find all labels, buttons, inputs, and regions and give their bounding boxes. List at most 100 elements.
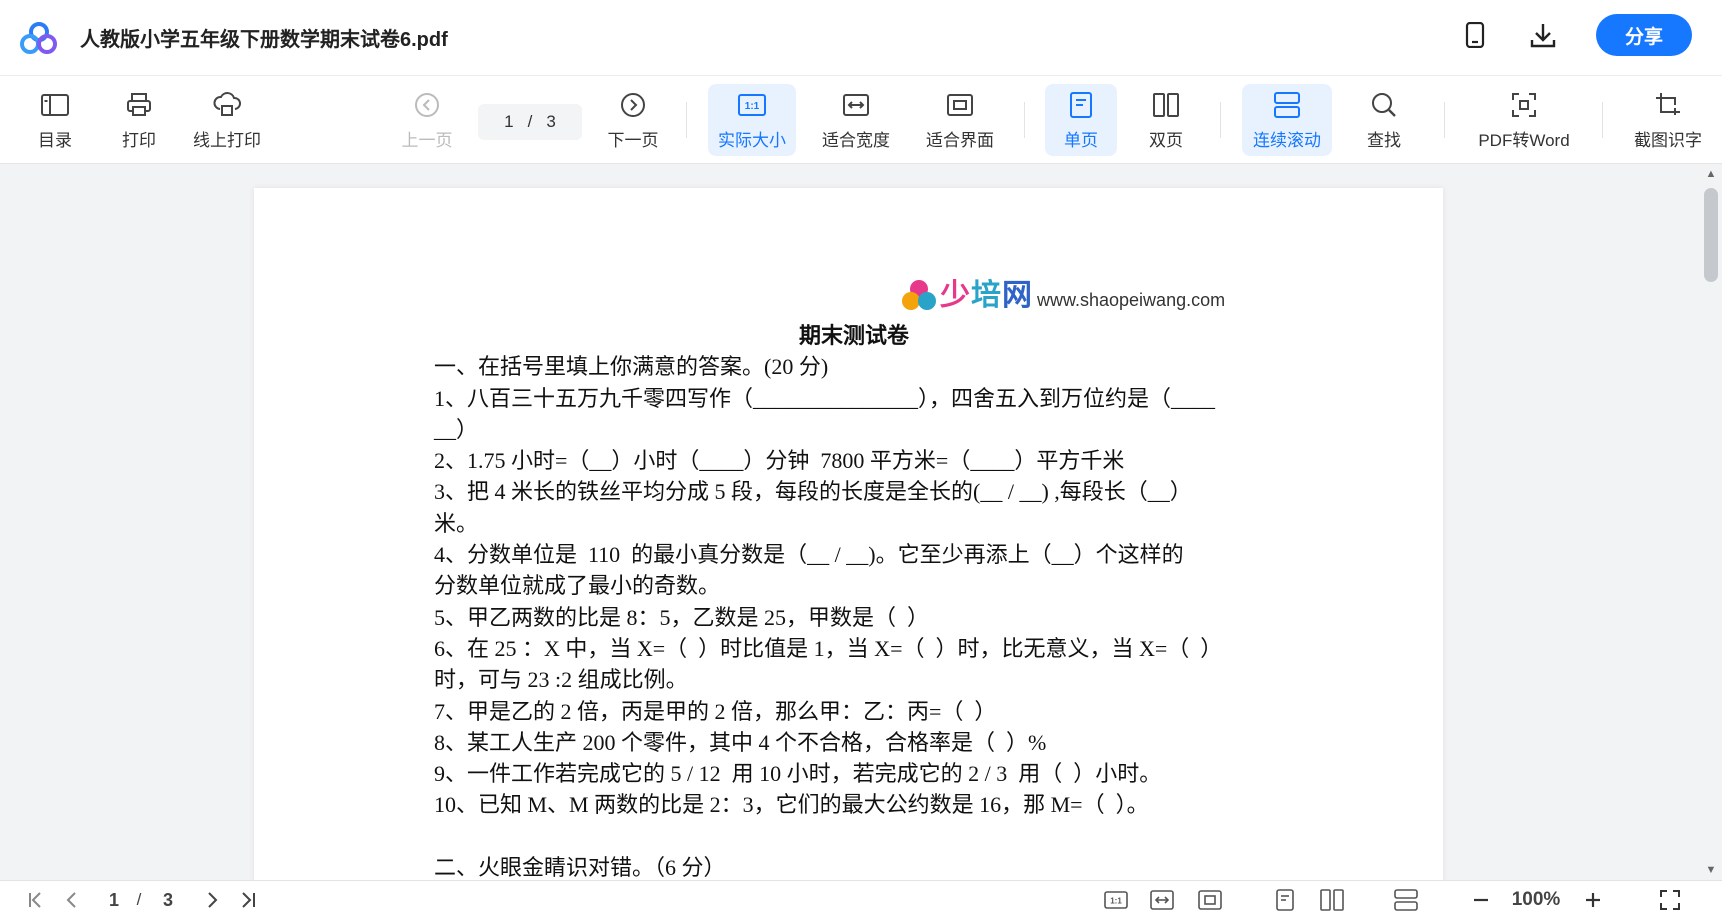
share-button[interactable]: 分享 — [1596, 14, 1692, 56]
status-double-page-icon[interactable] — [1318, 887, 1346, 913]
scroll-up-icon[interactable]: ▲ — [1705, 168, 1717, 180]
text-line: 米。 — [434, 510, 479, 536]
text-line: 10、已知 M、M 两数的比是 2：3，它们的最大公约数是 16，那 M=（ ）… — [434, 792, 1149, 818]
find-button[interactable]: 查找 — [1356, 84, 1412, 156]
toolbar-divider — [1444, 102, 1445, 138]
text-line: 3、把 4 米长的铁丝平均分成 5 段，每段的长度是全长的(__ / __) ,… — [434, 479, 1192, 505]
continuous-scroll-icon — [1272, 90, 1302, 120]
text-line: 时，可与 23 :2 组成比例。 — [434, 667, 688, 693]
online-print-label: 线上打印 — [193, 130, 261, 150]
title-bar: 人教版小学五年级下册数学期末试卷6.pdf 分享 — [0, 0, 1722, 76]
printer-icon — [124, 90, 154, 120]
status-continuous-icon[interactable] — [1392, 887, 1420, 913]
print-label: 打印 — [122, 130, 156, 150]
double-page-button[interactable]: 双页 — [1134, 84, 1198, 156]
document-viewer[interactable]: 少培网 www.shaopeiwang.com 期末测试卷 一、在括号里填上你满… — [0, 164, 1722, 880]
scroll-thumb[interactable] — [1704, 188, 1718, 282]
cloud-print-icon — [212, 90, 242, 120]
fit-width-icon — [841, 90, 871, 120]
status-page-separator: / — [136, 890, 142, 909]
page-number-input[interactable]: 1 / 3 — [478, 104, 582, 140]
page-separator: / — [527, 112, 533, 131]
screenshot-ocr-label: 截图识字 — [1634, 130, 1702, 150]
brand-url: www.shaopeiwang.com — [1037, 290, 1226, 310]
prev-page-label: 上一页 — [401, 130, 453, 150]
zoom-in-icon[interactable] — [1580, 887, 1606, 913]
text-line: 一、在括号里填上你满意的答案。(20 分) — [434, 354, 829, 380]
text-line: 7、甲是乙的 2 倍，丙是甲的 2 倍，那么甲：乙：丙=（ ） — [434, 698, 997, 724]
actual-size-icon: 1:1 — [737, 90, 767, 120]
text-line: 9、一件工作若完成它的 5 / 12 用 10 小时，若完成它的 2 / 3 用… — [434, 761, 1162, 787]
zoom-level[interactable]: 100% — [1506, 887, 1566, 913]
pdf-viewer-app: 人教版小学五年级下册数学期末试卷6.pdf 分享 目录 打印 线上打印 上一页 … — [0, 0, 1722, 917]
text-line: 分数单位就成了最小的奇数。 — [434, 573, 721, 599]
download-icon[interactable] — [1528, 20, 1558, 50]
single-page-button[interactable]: 单页 — [1045, 84, 1117, 156]
prev-page-button[interactable]: 上一页 — [398, 84, 456, 156]
toolbar-divider — [1602, 102, 1603, 138]
fit-page-label: 适合界面 — [926, 130, 994, 150]
toolbar: 目录 打印 线上打印 上一页 1 / 3 下一页 1:1 实际大小 适合宽度 适… — [0, 76, 1722, 164]
pdf-page: 少培网 www.shaopeiwang.com 期末测试卷 一、在括号里填上你满… — [254, 188, 1443, 880]
status-single-page-icon[interactable] — [1272, 887, 1298, 913]
sidebar-toc-icon — [40, 90, 70, 120]
actual-size-label: 实际大小 — [718, 130, 786, 150]
document-text: 期末测试卷 一、在括号里填上你满意的答案。(20 分) 1、八百三十五万九千零四… — [434, 320, 1314, 880]
text-line: 5、甲乙两数的比是 8：5，乙数是 25，甲数是（ ） — [434, 604, 930, 630]
convert-icon — [1509, 90, 1539, 120]
search-icon — [1369, 90, 1399, 120]
screenshot-ocr-button[interactable]: 截图识字 — [1624, 84, 1712, 156]
find-label: 查找 — [1367, 130, 1401, 150]
document-title: 人教版小学五年级下册数学期末试卷6.pdf — [80, 29, 448, 51]
fit-width-button[interactable]: 适合宽度 — [814, 84, 898, 156]
toolbar-divider — [1220, 102, 1221, 138]
vertical-scrollbar[interactable]: ▲ ▼ — [1700, 164, 1722, 880]
actual-size-button[interactable]: 1:1 实际大小 — [708, 84, 796, 156]
watermark-logo: 少培网 www.shaopeiwang.com — [902, 270, 1225, 314]
fit-page-button[interactable]: 适合界面 — [918, 84, 1002, 156]
text-line — [434, 821, 1314, 852]
continuous-scroll-label: 连续滚动 — [1253, 130, 1321, 150]
double-page-icon — [1151, 90, 1181, 120]
text-line: 2、1.75 小时=（__）小时（____）分钟 7800 平方米=（____）… — [434, 448, 1125, 474]
fullscreen-icon[interactable] — [1656, 887, 1684, 913]
pdf-to-word-button[interactable]: PDF转Word — [1474, 84, 1574, 156]
svg-text:1:1: 1:1 — [1110, 897, 1122, 906]
fit-width-label: 适合宽度 — [822, 130, 890, 150]
single-page-icon — [1066, 90, 1096, 120]
zoom-out-icon[interactable] — [1468, 887, 1494, 913]
next-page-label: 下一页 — [607, 130, 659, 150]
status-fit-page-icon[interactable] — [1196, 887, 1224, 913]
scroll-down-icon[interactable]: ▼ — [1705, 864, 1717, 876]
total-pages: 3 — [546, 112, 556, 131]
text-line: 二、火眼金睛识对错。（6 分） — [434, 855, 726, 880]
svg-text:1:1: 1:1 — [745, 101, 760, 112]
status-bar: 1 / 3 1:1 100% — [0, 880, 1722, 917]
text-line: 6、在 25 ：X 中，当 X=（ ）时比值是 1，当 X=（ ）时，比无意义，… — [434, 635, 1223, 661]
toc-button[interactable]: 目录 — [34, 84, 76, 156]
toc-label: 目录 — [38, 130, 72, 150]
prev-page-icon[interactable] — [60, 887, 84, 913]
first-page-icon[interactable] — [24, 887, 48, 913]
continuous-scroll-button[interactable]: 连续滚动 — [1242, 84, 1332, 156]
status-actual-size-icon[interactable]: 1:1 — [1102, 887, 1130, 913]
document-heading: 期末测试卷 — [798, 323, 909, 348]
next-page-icon[interactable] — [200, 887, 224, 913]
toolbar-divider — [1024, 102, 1025, 138]
status-fit-width-icon[interactable] — [1148, 887, 1176, 913]
fit-page-icon — [945, 90, 975, 120]
status-current-page: 1 — [108, 889, 119, 910]
text-line: 1、八百三十五万九千零四写作（_______________），四舍五入到万位约… — [434, 385, 1216, 411]
phone-icon[interactable] — [1460, 20, 1490, 50]
last-page-icon[interactable] — [236, 887, 260, 913]
current-page: 1 — [504, 112, 514, 131]
chevron-right-circle-icon — [618, 90, 648, 120]
flower-logo-icon — [902, 280, 936, 314]
toolbar-divider — [686, 102, 687, 138]
print-button[interactable]: 打印 — [118, 84, 160, 156]
next-page-button[interactable]: 下一页 — [604, 84, 662, 156]
double-page-label: 双页 — [1149, 130, 1183, 150]
single-page-label: 单页 — [1064, 130, 1098, 150]
chevron-left-circle-icon — [412, 90, 442, 120]
online-print-button[interactable]: 线上打印 — [188, 84, 266, 156]
